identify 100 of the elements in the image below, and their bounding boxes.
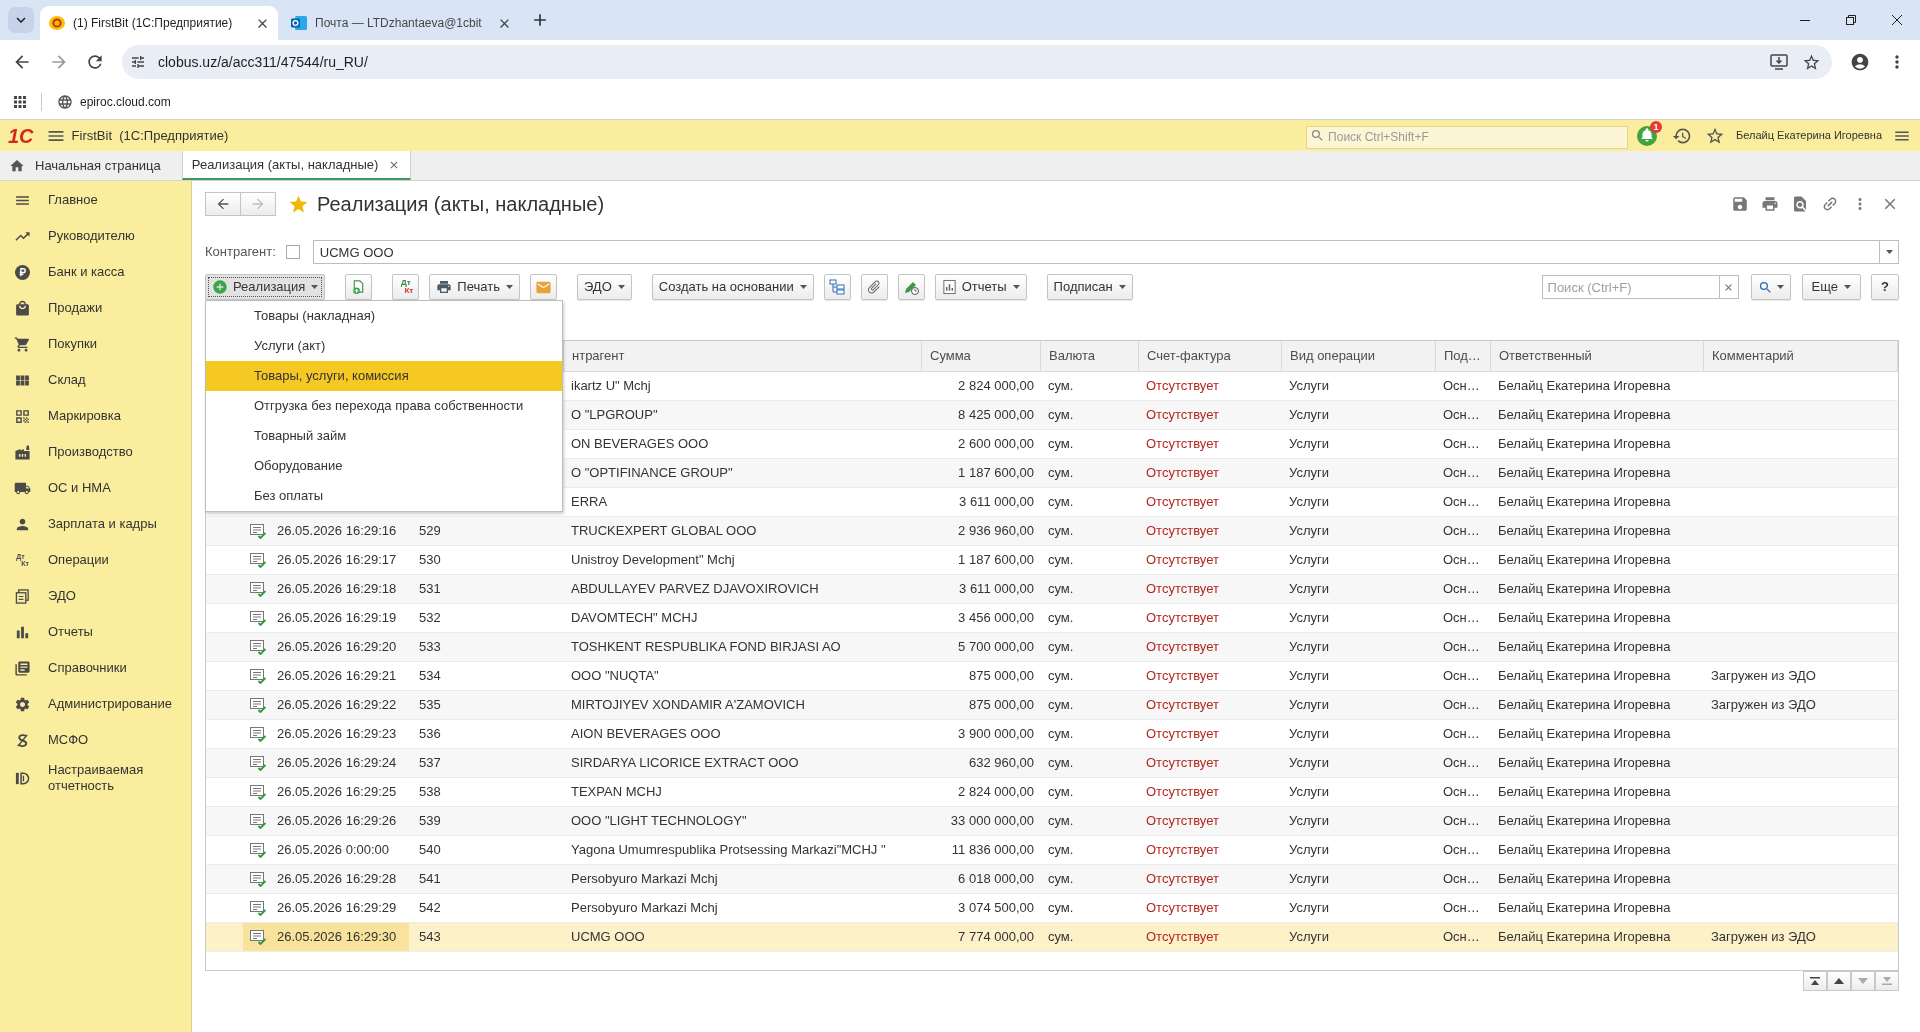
column-header[interactable]: Вид операции bbox=[1282, 341, 1436, 371]
table-cell-text: Услуги bbox=[1288, 696, 1330, 715]
table-cell-text: Белайц Екатерина Игоревна bbox=[1497, 464, 1672, 483]
menu-item[interactable]: Услуги (акт) bbox=[206, 331, 562, 361]
table-row[interactable]: 26.05.2026 16:29:26 539 OOO "LIGHT TECHNOLOGY" 33 000 000,00 сум. Отсутствует Услуги Осн… Белайц Екатерина Игоревна bbox=[206, 807, 1898, 836]
scroll-to-bottom-button[interactable] bbox=[1875, 971, 1899, 991]
sidebar-item[interactable]: Склад bbox=[0, 362, 191, 398]
address-bar[interactable]: clobus.uz/a/acc311/47544/ru_RU/ bbox=[122, 45, 1832, 79]
sidebar-item[interactable]: Производство bbox=[0, 434, 191, 470]
table-cell-text: Отсутствует bbox=[1145, 580, 1220, 599]
url-field[interactable]: clobus.uz/a/acc311/47544/ru_RU/ bbox=[158, 51, 1770, 73]
sidebar-item[interactable]: Маркировка bbox=[0, 398, 191, 434]
table-row[interactable]: 26.05.2026 16:29:18 531 ABDULLAYEV PARVEZ DJAVOXIROVICH 3 611 000,00 сум. Отсутствует Услуги Осн… Белайц Екатерина Игоревна bbox=[206, 575, 1898, 604]
table-cell-text: Загружен из ЭДО bbox=[1710, 928, 1817, 947]
table-row[interactable]: 26.05.2026 16:29:16 529 TRUCKEXPERT GLOBAL OOO 2 936 960,00 сум. Отсутствует Услуги Осн… Белайц Екатерина Игоревна bbox=[206, 517, 1898, 546]
tab[interactable]: Начальная страница bbox=[0, 151, 171, 180]
table-cell-text: ABDULLAYEV PARVEZ DJAVOXIROVICH bbox=[570, 580, 820, 599]
star-icon[interactable] bbox=[288, 193, 309, 215]
table-cell-text: 6 018 000,00 bbox=[957, 870, 1035, 889]
tab[interactable]: Реализация (акты, накладные) bbox=[181, 151, 412, 180]
globe-icon bbox=[57, 93, 73, 110]
table-cell-text: 2 824 000,00 bbox=[957, 377, 1035, 396]
attach-button[interactable] bbox=[860, 274, 888, 300]
help-button[interactable]: ? bbox=[1871, 274, 1899, 300]
sidebar-item[interactable]: Продажи bbox=[0, 290, 191, 326]
install-app-icon[interactable] bbox=[1770, 54, 1788, 70]
table-row[interactable]: 26.05.2026 16:29:24 537 SIRDARYA LICORICE EXTRACT OOO 632 960,00 сум. Отсутствует Услуги Осн… Белайц Екатерина Игоревна bbox=[206, 749, 1898, 778]
entries-button[interactable]: Дт Кт bbox=[392, 274, 420, 300]
menu-item[interactable]: Товары (накладная) bbox=[206, 301, 562, 331]
browser-tab[interactable]: (1) FirstBit (1С:Предприятие) bbox=[40, 6, 278, 40]
search-field[interactable]: Поиск (Ctrl+F) bbox=[1541, 275, 1720, 299]
table-row[interactable]: 26.05.2026 16:29:22 535 MIRTOJIYEV XONDAMIR A'ZAMOVICH 875 000,00 сум. Отсутствует Услуги Осн… Белайц Екатерина Игоревна Загружен из ЭДО bbox=[206, 691, 1898, 720]
sidebar-item[interactable]: ОС и НМА bbox=[0, 470, 191, 506]
table-row[interactable]: 26.05.2026 16:29:20 533 TOSHKENT RESPUBLIKA FOND BIRJASI AO 5 700 000,00 сум. Отсутствует Услуги Осн… Белайц Екатерина Игоревна bbox=[206, 633, 1898, 662]
table-cell-text: сум. bbox=[1047, 522, 1075, 541]
menu-button[interactable]: Подписан bbox=[1046, 274, 1133, 300]
more-button[interactable]: Еще bbox=[1801, 274, 1861, 300]
table-cell-text: Услуги bbox=[1288, 493, 1330, 512]
sidebar-item[interactable]: Администрирование bbox=[0, 686, 191, 722]
menu-item[interactable]: Товары, услуги, комиссия bbox=[206, 361, 562, 391]
table-cell-text: Отсутствует bbox=[1145, 522, 1220, 541]
user-name[interactable]: Белайц Екатерина Игоревна bbox=[1736, 127, 1882, 144]
sidebar-item[interactable]: Руководителю bbox=[0, 218, 191, 254]
bookmark-star-icon[interactable] bbox=[1802, 52, 1821, 72]
column-header[interactable]: Комментарий bbox=[1704, 341, 1898, 371]
document-number: 535 bbox=[419, 696, 441, 715]
column-header[interactable]: Под… bbox=[1436, 341, 1491, 371]
sidebar-item[interactable]: Покупки bbox=[0, 326, 191, 362]
sidebar-item[interactable]: Главное bbox=[0, 182, 191, 218]
sidebar-item[interactable]: Настраиваемая отчетность bbox=[0, 758, 191, 798]
table-cell-text: 632 960,00 bbox=[967, 754, 1035, 773]
sidebar-item[interactable]: Справочники bbox=[0, 650, 191, 686]
column-header[interactable]: Счет-фактура bbox=[1139, 341, 1282, 371]
table-row[interactable]: 26.05.2026 16:29:30 543 UCMG OOO 7 774 000,00 сум. Отсутствует Услуги Осн… Белайц Екатерина Игоревна Загружен из ЭДО bbox=[206, 923, 1898, 952]
column-header[interactable]: Валюта bbox=[1041, 341, 1139, 371]
browser-tab[interactable]: Почта — LTDzhantaeva@1cbit bbox=[282, 6, 520, 40]
sidebar-item[interactable]: Отчеты bbox=[0, 614, 191, 650]
column-header[interactable]: Сумма bbox=[922, 341, 1041, 371]
bell-icon[interactable] bbox=[1637, 125, 1658, 146]
table-cell-text: Отсутствует bbox=[1145, 754, 1220, 773]
sidebar-item[interactable]: Зарплата и кадры bbox=[0, 506, 191, 542]
tab-search-button[interactable] bbox=[8, 7, 34, 33]
counterparty-field[interactable]: UCMG OOO bbox=[312, 240, 1880, 264]
column-header[interactable]: нтрагент bbox=[564, 341, 922, 371]
sidebar-item[interactable]: Банк и касса bbox=[0, 254, 191, 290]
profile-icon[interactable] bbox=[1850, 52, 1870, 72]
scroll-to-top-button[interactable] bbox=[1803, 971, 1827, 991]
printer-icon[interactable] bbox=[1761, 195, 1779, 213]
table-row[interactable]: 26.05.2026 16:29:28 541 Persobyuro Markazi Mchj 6 018 000,00 сум. Отсутствует Услуги Осн… Белайц Екатерина Игоревна bbox=[206, 865, 1898, 894]
back-button[interactable] bbox=[205, 192, 241, 216]
bookmark-link[interactable]: epiroc.cloud.com bbox=[57, 92, 171, 111]
checkbox[interactable] bbox=[285, 245, 300, 259]
sidebar-item[interactable]: МСФО bbox=[0, 722, 191, 758]
copy-button[interactable] bbox=[345, 274, 373, 300]
global-search-field[interactable]: Поиск Ctrl+Shift+F bbox=[1306, 125, 1629, 149]
document-date: 26.05.2026 16:29:18 bbox=[277, 580, 397, 599]
print-button[interactable]: Печать bbox=[429, 274, 520, 300]
site-settings-icon[interactable] bbox=[130, 54, 146, 70]
table-cell-text: 3 611 000,00 bbox=[958, 580, 1035, 599]
table-cell-text: Услуги bbox=[1288, 899, 1330, 918]
sign-button[interactable] bbox=[897, 274, 925, 300]
reports-button[interactable]: Отчеты bbox=[934, 274, 1027, 300]
document-date: 26.05.2026 16:29:26 bbox=[277, 812, 397, 831]
create-button[interactable]: Реализация bbox=[205, 274, 326, 300]
reload-icon[interactable] bbox=[85, 52, 105, 72]
table-cell-text: Услуги bbox=[1288, 783, 1330, 802]
menu-button[interactable]: ЭДО bbox=[576, 274, 632, 300]
scroll-up-button[interactable] bbox=[1827, 971, 1851, 991]
save-icon[interactable] bbox=[1731, 195, 1749, 213]
sidebar-item[interactable]: ЭДО bbox=[0, 578, 191, 614]
table-cell-text: 1 187 600,00 bbox=[957, 464, 1035, 483]
dropdown-button[interactable] bbox=[1880, 240, 1899, 264]
to-bottom-icon bbox=[1882, 977, 1892, 985]
preview-icon[interactable] bbox=[1791, 195, 1809, 213]
menu-button[interactable]: Создать на основании bbox=[651, 274, 814, 300]
column-header[interactable]: Ответственный bbox=[1491, 341, 1704, 371]
table-cell-text: Белайц Екатерина Игоревна bbox=[1497, 841, 1672, 860]
search-button[interactable] bbox=[1750, 274, 1791, 300]
document-stack-icon bbox=[15, 588, 30, 604]
structure-button[interactable] bbox=[823, 274, 851, 300]
